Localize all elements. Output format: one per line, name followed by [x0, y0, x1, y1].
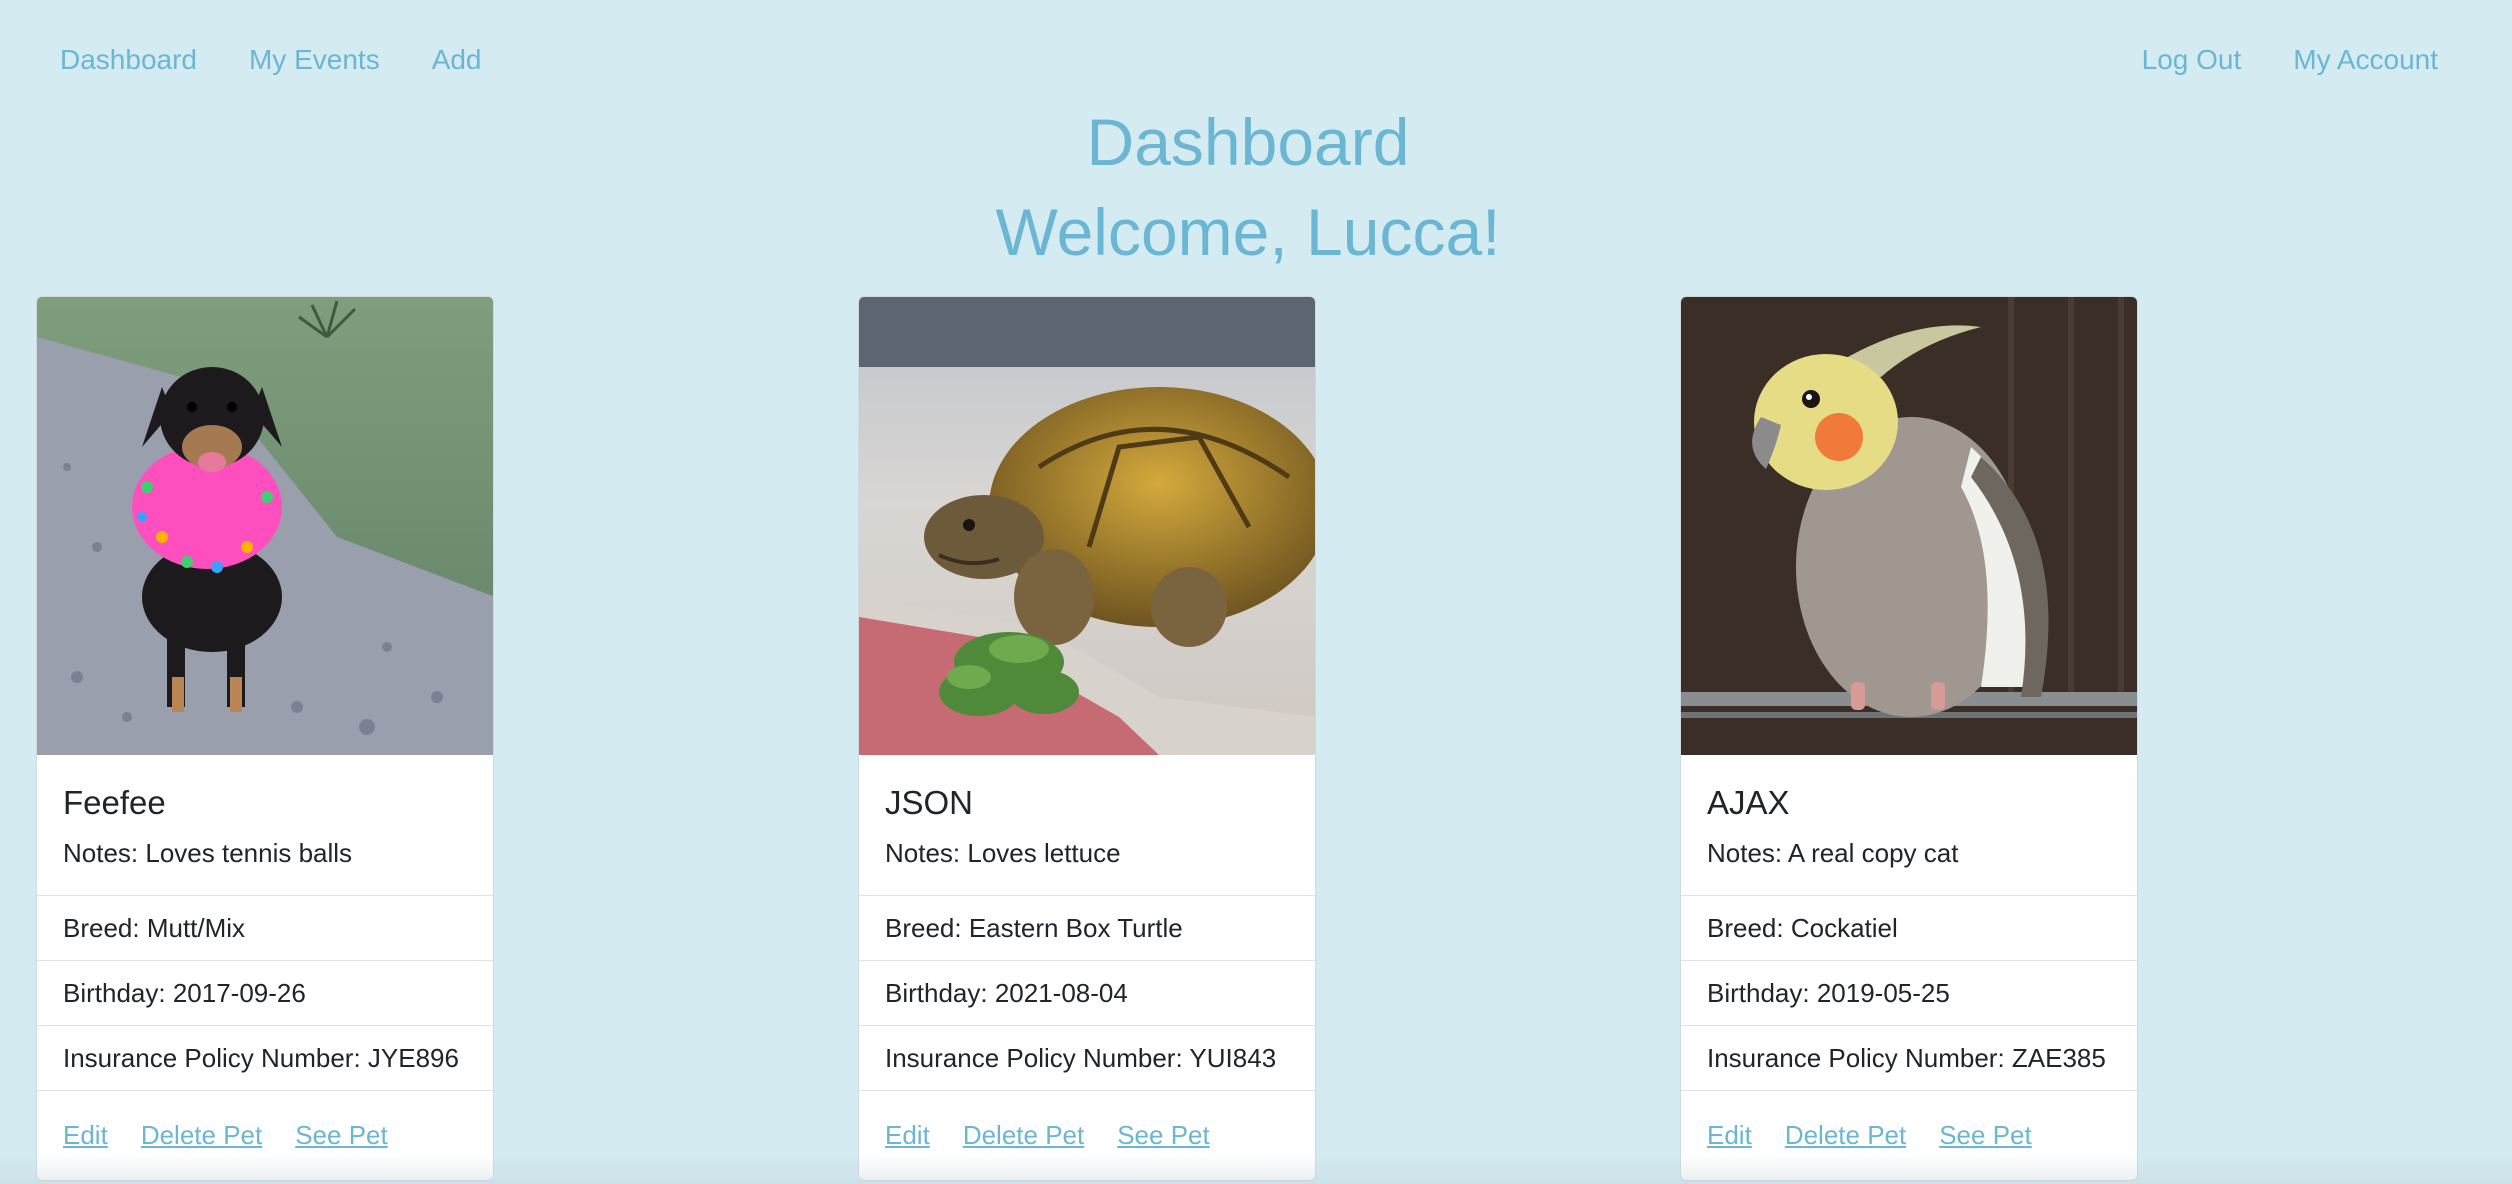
pet-policy-number: Insurance Policy Number: YUI843 — [859, 1026, 1315, 1091]
edit-pet-link[interactable]: Edit — [885, 1117, 930, 1153]
pet-actions: Edit Delete Pet See Pet — [859, 1091, 1315, 1153]
tortoise-photo — [859, 297, 1315, 755]
pet-name: AJAX — [1707, 784, 1790, 821]
pet-details-list: Breed: Mutt/Mix Birthday: 2017-09-26 Ins… — [37, 895, 493, 1091]
page-header: Dashboard Welcome, Lucca! — [0, 100, 2496, 274]
page-title: Dashboard — [1086, 105, 1410, 179]
delete-pet-link[interactable]: Delete Pet — [141, 1117, 262, 1153]
pet-birthday: Birthday: 2019-05-25 — [1681, 961, 2137, 1026]
pet-birthday: Birthday: 2021-08-04 — [859, 961, 1315, 1026]
edit-pet-link[interactable]: Edit — [63, 1117, 108, 1153]
pet-name: Feefee — [63, 784, 166, 821]
pet-card-ajax: AJAX Notes: A real copy cat Breed: Cocka… — [1680, 296, 2138, 1181]
main-nav-left: Dashboard My Events Add — [60, 40, 482, 80]
pet-actions: Edit Delete Pet See Pet — [1681, 1091, 2137, 1153]
pet-birthday: Birthday: 2017-09-26 — [37, 961, 493, 1026]
pet-notes: Notes: Loves lettuce — [885, 838, 1121, 868]
welcome-message: Welcome, Lucca! — [995, 195, 1501, 269]
main-nav-right: Log Out My Account — [2142, 40, 2438, 80]
pet-name: JSON — [885, 784, 974, 821]
see-pet-link[interactable]: See Pet — [1939, 1117, 2032, 1153]
nav-my-events-link[interactable]: My Events — [249, 40, 380, 80]
pet-breed: Breed: Mutt/Mix — [37, 896, 493, 961]
nav-add-link[interactable]: Add — [432, 40, 482, 80]
pet-card-json: JSON Notes: Loves lettuce Breed: Eastern… — [858, 296, 1316, 1181]
see-pet-link[interactable]: See Pet — [295, 1117, 388, 1153]
delete-pet-link[interactable]: Delete Pet — [963, 1117, 1084, 1153]
pet-notes: Notes: Loves tennis balls — [63, 838, 353, 868]
delete-pet-link[interactable]: Delete Pet — [1785, 1117, 1906, 1153]
pet-policy-number: Insurance Policy Number: JYE896 — [37, 1026, 493, 1091]
pet-notes: Notes: A real copy cat — [1707, 838, 1959, 868]
pet-actions: Edit Delete Pet See Pet — [37, 1091, 493, 1153]
pet-details-list: Breed: Eastern Box Turtle Birthday: 2021… — [859, 895, 1315, 1091]
pet-breed: Breed: Eastern Box Turtle — [859, 896, 1315, 961]
dog-photo — [37, 297, 493, 755]
cockatiel-photo — [1681, 297, 2137, 755]
pet-details-list: Breed: Cockatiel Birthday: 2019-05-25 In… — [1681, 895, 2137, 1091]
edit-pet-link[interactable]: Edit — [1707, 1117, 1752, 1153]
see-pet-link[interactable]: See Pet — [1117, 1117, 1210, 1153]
pet-card-feefee: Feefee Notes: Loves tennis balls Breed: … — [36, 296, 494, 1181]
nav-log-out-link[interactable]: Log Out — [2142, 40, 2242, 80]
nav-my-account-link[interactable]: My Account — [2293, 40, 2438, 80]
pet-breed: Breed: Cockatiel — [1681, 896, 2137, 961]
nav-dashboard-link[interactable]: Dashboard — [60, 40, 197, 80]
pet-policy-number: Insurance Policy Number: ZAE385 — [1681, 1026, 2137, 1091]
